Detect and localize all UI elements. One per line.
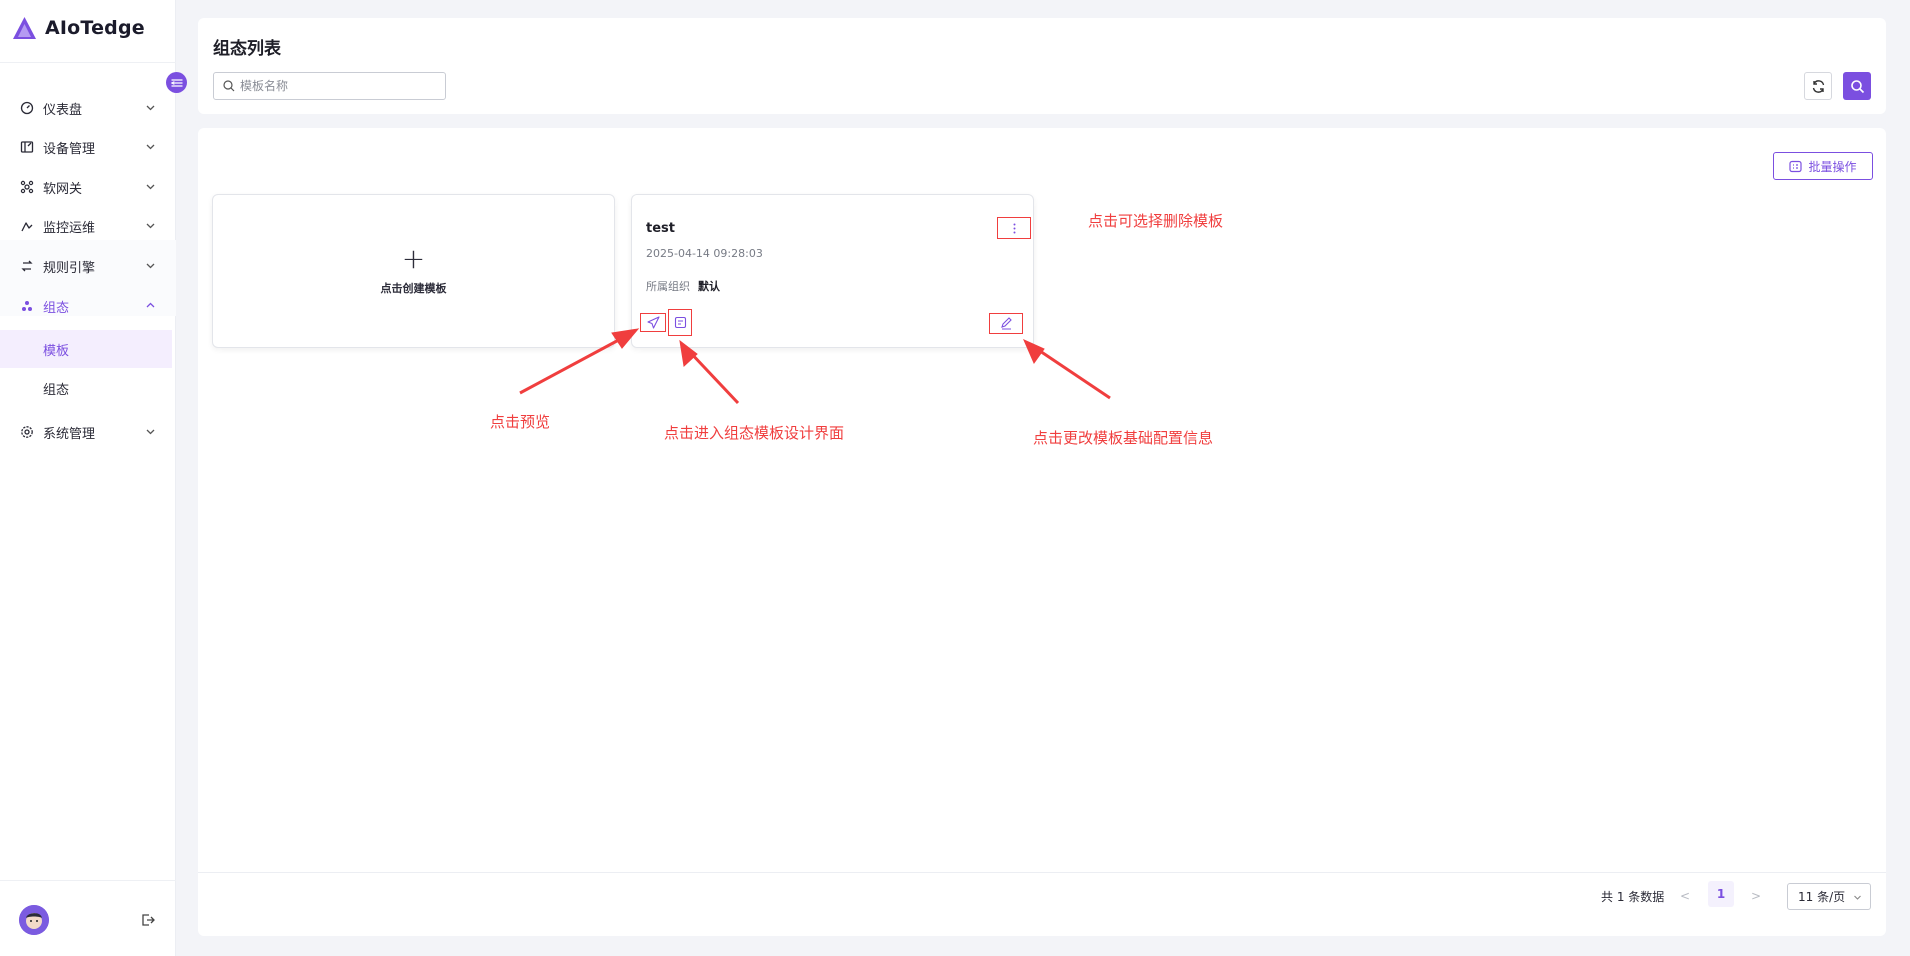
page-title: 组态列表	[213, 39, 281, 59]
chevron-down-icon	[146, 184, 155, 190]
logo-divider	[0, 62, 176, 63]
logo: AIoTedge	[12, 16, 145, 40]
chevron-down-icon	[146, 223, 155, 229]
sidebar-subitem-label: 组态	[43, 382, 70, 398]
gateway-icon	[20, 180, 34, 194]
monitor-icon	[20, 219, 34, 233]
sidebar-item-system-management[interactable]: 系统管理	[0, 414, 176, 450]
sidebar-item-label: 仪表盘	[43, 102, 83, 118]
plus-icon: +	[401, 242, 426, 275]
sidebar-item-rule-engine[interactable]: 规则引擎	[0, 248, 176, 284]
annotation-delete: 点击可选择删除模板	[1088, 212, 1224, 230]
annotation-preview: 点击预览	[490, 413, 551, 431]
sidebar-subitem-label: 模板	[43, 343, 70, 359]
rule-icon	[20, 259, 34, 273]
edit-button[interactable]	[989, 313, 1023, 334]
template-org-value: 默认	[698, 280, 720, 293]
sidebar-subitem-template[interactable]: 模板	[0, 330, 172, 368]
create-template-card[interactable]: + 点击创建模板	[212, 194, 615, 348]
app-root: AIoTedge 仪表盘 设备管理 软网关 监控运维 规则引擎 组态 模板 组态…	[0, 0, 1910, 956]
pagination-prev-button[interactable]: <	[1680, 889, 1690, 903]
sidebar-footer	[0, 880, 176, 956]
sidebar-item-label: 软网关	[43, 181, 83, 197]
device-icon	[20, 140, 34, 154]
footer-divider	[198, 872, 1886, 873]
template-name: test	[646, 221, 675, 236]
search-field[interactable]	[213, 72, 446, 100]
pagination-next-button[interactable]: >	[1751, 889, 1761, 903]
sidebar-item-label: 监控运维	[43, 220, 96, 236]
logo-mark-icon	[13, 17, 36, 39]
template-card: test 2025-04-14 09:28:03 所属组织 默认	[631, 194, 1034, 348]
dashboard-icon	[20, 101, 34, 115]
batch-operation-button[interactable]: 批量操作	[1773, 152, 1873, 180]
sidebar-item-device-management[interactable]: 设备管理	[0, 129, 176, 165]
design-button[interactable]	[668, 309, 692, 336]
app-name: AIoTedge	[45, 17, 145, 39]
pagination-page-1[interactable]: 1	[1708, 881, 1734, 907]
page-size-value: 11 条/页	[1798, 890, 1846, 904]
search-icon	[1850, 79, 1864, 93]
sidebar-item-label: 规则引擎	[43, 260, 96, 276]
search-icon	[223, 80, 235, 92]
chevron-down-icon	[146, 144, 155, 150]
annotation-design: 点击进入组态模板设计界面	[664, 424, 845, 442]
avatar[interactable]	[19, 905, 49, 935]
settings-icon	[20, 425, 34, 439]
sidebar-item-monitoring[interactable]: 监控运维	[0, 208, 176, 244]
user-avatar-icon	[19, 905, 49, 935]
batch-operation-label: 批量操作	[1808, 159, 1857, 174]
pagination-total: 共 1 条数据	[1601, 890, 1665, 904]
chevron-down-icon	[1854, 895, 1861, 900]
chevron-down-icon	[146, 263, 155, 269]
annotation-edit: 点击更改模板基础配置信息	[1033, 429, 1214, 447]
more-vertical-icon	[1013, 223, 1015, 233]
batch-icon	[1789, 160, 1803, 172]
refresh-button[interactable]	[1804, 72, 1832, 100]
send-icon	[646, 316, 660, 329]
page-size-select[interactable]: 11 条/页	[1787, 883, 1871, 910]
design-icon	[674, 316, 686, 329]
chevron-down-icon	[146, 429, 155, 435]
sidebar: AIoTedge 仪表盘 设备管理 软网关 监控运维 规则引擎 组态 模板 组态…	[0, 0, 187, 956]
create-template-label: 点击创建模板	[380, 282, 447, 295]
sidebar-item-label: 设备管理	[43, 141, 96, 157]
more-options-button[interactable]	[997, 217, 1031, 239]
search-input[interactable]	[240, 79, 440, 93]
menu-fold-icon	[170, 78, 183, 87]
logout-icon[interactable]	[141, 913, 155, 927]
sidebar-item-soft-gateway[interactable]: 软网关	[0, 169, 176, 205]
refresh-icon	[1812, 79, 1824, 93]
sidebar-item-scada[interactable]: 组态	[0, 288, 176, 324]
preview-button[interactable]	[640, 313, 666, 332]
content-panel: 批量操作 + 点击创建模板 test 2025-04-14 09:28:03 所…	[198, 128, 1886, 936]
template-org-label: 所属组织	[646, 280, 690, 293]
sidebar-collapse-button[interactable]	[166, 72, 187, 93]
sidebar-subitem-scada[interactable]: 组态	[0, 369, 172, 407]
header-panel: 组态列表	[198, 18, 1886, 114]
template-time: 2025-04-14 09:28:03	[646, 247, 763, 260]
edit-icon	[1000, 317, 1012, 330]
chevron-down-icon	[146, 105, 155, 111]
sidebar-item-label: 系统管理	[43, 426, 96, 442]
chevron-up-icon	[146, 302, 155, 308]
sidebar-item-dashboard[interactable]: 仪表盘	[0, 90, 176, 126]
search-button[interactable]	[1843, 72, 1871, 100]
scada-icon	[20, 299, 34, 313]
sidebar-item-label: 组态	[43, 300, 70, 316]
